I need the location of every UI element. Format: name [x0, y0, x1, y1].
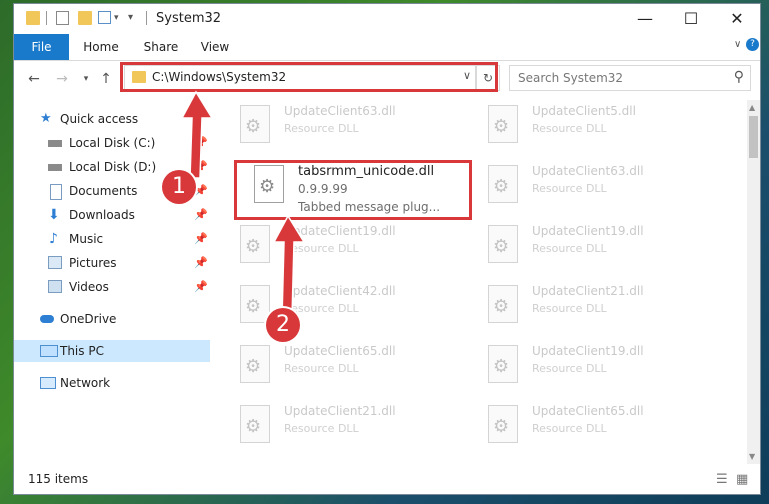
arrow-1 [180, 90, 214, 179]
arrow-2 [272, 214, 306, 319]
step-badge-2: 2 [266, 308, 300, 342]
step-badge-1: 1 [162, 170, 196, 204]
annotation-arrows [180, 90, 306, 319]
